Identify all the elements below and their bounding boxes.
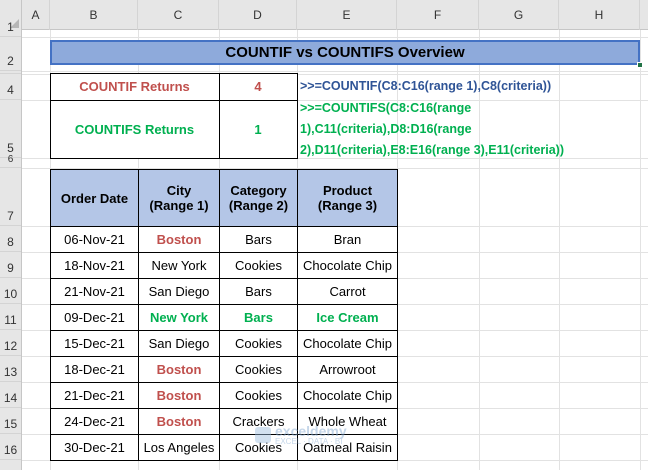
cell-product[interactable]: Ice Cream [297,304,398,331]
header-order-date[interactable]: Order Date [50,169,139,227]
cell-category[interactable]: Cookies [219,382,298,409]
row-header[interactable]: 8 [0,226,21,252]
cell-city[interactable]: San Diego [138,278,220,305]
countifs-value[interactable]: 1 [219,100,297,158]
column-header-a[interactable]: A [22,0,50,30]
cell-city[interactable]: Boston [138,226,220,253]
page-title[interactable]: COUNTIF vs COUNTIFS Overview [50,40,640,65]
table-row: 18-Nov-21 New York Cookies Chocolate Chip [50,252,398,279]
cell-category[interactable]: Cookies [219,252,298,279]
column-header-f[interactable]: F [397,0,479,30]
cell-date[interactable]: 18-Nov-21 [50,252,139,279]
cell-date[interactable]: 21-Dec-21 [50,382,139,409]
cell-category[interactable]: Cookies [219,356,298,383]
cell-city[interactable]: San Diego [138,330,220,357]
table-row: 21-Nov-21 San Diego Bars Carrot [50,278,398,305]
row-header[interactable]: 6 [0,154,21,168]
header-product[interactable]: Product (Range 3) [297,169,398,227]
cell-city[interactable]: Los Angeles [138,434,220,461]
order-table: Order Date City (Range 1) Category (Range … [50,169,398,461]
countifs-formula-line-1[interactable]: >>=COUNTIFS(C8:C16(range [300,98,471,119]
table-row: 09-Dec-21 New York Bars Ice Cream [50,304,398,331]
row-header[interactable]: 13 [0,356,21,382]
row-header[interactable]: 9 [0,252,21,278]
cell-city[interactable]: New York [138,304,220,331]
cell-date[interactable]: 15-Dec-21 [50,330,139,357]
cell-city[interactable]: Boston [138,382,220,409]
cell-date[interactable]: 18-Dec-21 [50,356,139,383]
cell-product[interactable]: Chocolate Chip [297,252,398,279]
header-category[interactable]: Category (Range 2) [219,169,298,227]
column-header-b[interactable]: B [50,0,138,30]
cell-city[interactable]: New York [138,252,220,279]
row-header[interactable]: 11 [0,304,21,330]
cell-product[interactable]: Chocolate Chip [297,330,398,357]
table-row: 06-Nov-21 Boston Bars Bran [50,226,398,253]
cell-category[interactable]: Bars [219,304,298,331]
fill-handle[interactable] [637,62,643,68]
countifs-formula-line-2[interactable]: 1),C11(criteria),D8:D16(range [300,119,472,140]
table-row: 21-Dec-21 Boston Cookies Chocolate Chip [50,382,398,409]
cell-date[interactable]: 30-Dec-21 [50,434,139,461]
row-header[interactable]: 7 [0,168,21,226]
row-header[interactable]: 1 [0,20,21,37]
header-city[interactable]: City (Range 1) [138,169,220,227]
column-header-g[interactable]: G [479,0,559,30]
countif-label[interactable]: COUNTIF Returns [51,74,218,99]
watermark-tagline: EXCEL · DATA · BI [275,437,343,446]
cell-category[interactable]: Bars [219,226,298,253]
row-header[interactable]: 5 [0,100,21,158]
cell-category[interactable]: Bars [219,278,298,305]
table-row: 15-Dec-21 San Diego Cookies Chocolate Chip [50,330,398,357]
row-header[interactable]: 15 [0,408,21,434]
countifs-formula-line-3[interactable]: 2),D11(criteria),E8:E16(range 3),E11(cri… [300,140,564,161]
cell-date[interactable]: 09-Dec-21 [50,304,139,331]
cell-product[interactable]: Arrowroot [297,356,398,383]
table-row: 18-Dec-21 Boston Cookies Arrowroot [50,356,398,383]
cell-product[interactable]: Carrot [297,278,398,305]
cell-category[interactable]: Cookies [219,330,298,357]
cell-date[interactable]: 06-Nov-21 [50,226,139,253]
column-header-e[interactable]: E [297,0,397,30]
cell-product[interactable]: Chocolate Chip [297,382,398,409]
row-header[interactable]: 12 [0,330,21,356]
cell-city[interactable]: Boston [138,408,220,435]
row-header[interactable]: 4 [0,74,21,100]
column-header-c[interactable]: C [138,0,219,30]
row-header[interactable]: 10 [0,278,21,304]
table-header-row: Order Date City (Range 1) Category (Range … [50,169,398,227]
cell-city[interactable]: Boston [138,356,220,383]
cell-date[interactable]: 24-Dec-21 [50,408,139,435]
countif-formula[interactable]: >>=COUNTIF(C8:C16(range 1),C8(criteria)) [300,76,551,97]
cell-date[interactable]: 21-Nov-21 [50,278,139,305]
row-header[interactable]: 2 [0,37,21,71]
row-header[interactable]: 14 [0,382,21,408]
page-title-text: COUNTIF vs COUNTIFS Overview [225,44,465,61]
column-header-bar: A B C D E F G H [0,0,648,30]
exceldemy-watermark: exceldemy EXCEL · DATA · BI [255,423,347,446]
row-header-bar: 1 2 3 4 5 6 7 8 9 10 11 12 13 14 15 16 [0,20,22,470]
column-header-h[interactable]: H [559,0,640,30]
cell-product[interactable]: Bran [297,226,398,253]
exceldemy-logo-icon [255,426,271,443]
row-header[interactable]: 16 [0,434,21,460]
countif-value[interactable]: 4 [219,74,297,99]
countifs-label[interactable]: COUNTIFS Returns [51,100,218,158]
column-header-d[interactable]: D [219,0,297,30]
